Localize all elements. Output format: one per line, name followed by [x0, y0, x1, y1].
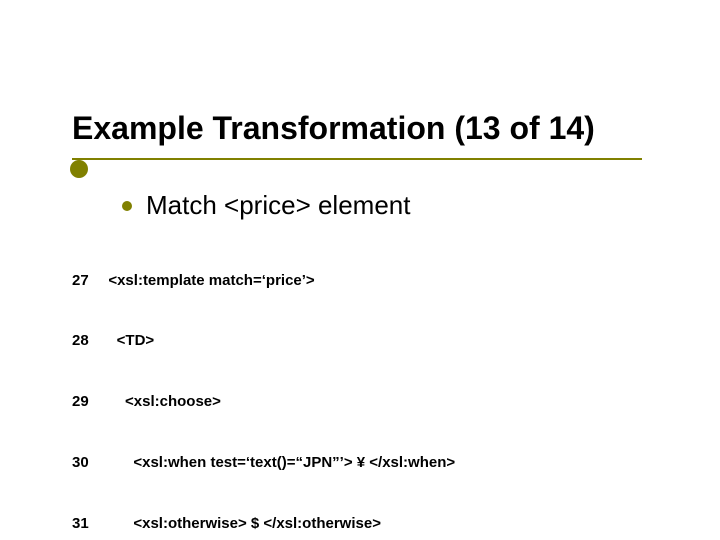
- code-line: 29 <xsl:choose>: [72, 392, 455, 412]
- line-content: <xsl:when test=‘text()=“JPN”’> ¥ </xsl:w…: [100, 453, 455, 473]
- slide-title: Example Transformation (13 of 14): [72, 110, 680, 147]
- line-content: <xsl:template match=‘price’>: [100, 271, 315, 291]
- code-block: 27 <xsl:template match=‘price’> 28 <TD> …: [72, 230, 455, 540]
- line-number: 27: [72, 271, 100, 291]
- bullet-icon: [122, 201, 132, 211]
- line-number: 30: [72, 453, 100, 473]
- title-underline: [72, 158, 642, 160]
- bullet-text: Match <price> element: [146, 190, 410, 221]
- code-line: 27 <xsl:template match=‘price’>: [72, 271, 455, 291]
- accent-circle-icon: [70, 160, 88, 178]
- code-line: 30 <xsl:when test=‘text()=“JPN”’> ¥ </xs…: [72, 453, 455, 473]
- code-line: 31 <xsl:otherwise> $ </xsl:otherwise>: [72, 514, 455, 534]
- line-number: 31: [72, 514, 100, 534]
- line-content: <xsl:choose>: [100, 392, 221, 412]
- bullet-row: Match <price> element: [122, 190, 410, 221]
- slide: Example Transformation (13 of 14) Match …: [0, 0, 720, 540]
- line-number: 29: [72, 392, 100, 412]
- line-content: <xsl:otherwise> $ </xsl:otherwise>: [100, 514, 381, 534]
- code-line: 28 <TD>: [72, 331, 455, 351]
- line-number: 28: [72, 331, 100, 351]
- line-content: <TD>: [100, 331, 154, 351]
